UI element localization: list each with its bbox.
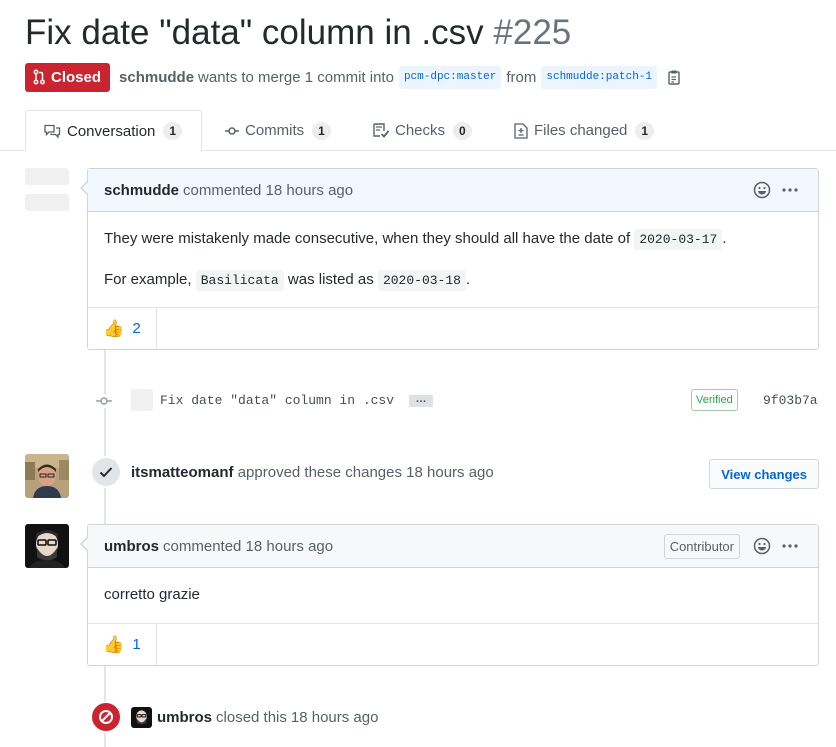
- thumbs-up-reaction[interactable]: 👍 1: [88, 624, 157, 665]
- kebab-menu-icon[interactable]: [782, 544, 798, 548]
- comment-actions: [742, 169, 798, 211]
- add-reaction-icon[interactable]: [753, 181, 771, 199]
- clipboard-icon[interactable]: [668, 69, 682, 85]
- thumbs-up-reaction[interactable]: 👍 2: [88, 308, 157, 349]
- comment-umbros: umbros commented 18 hours ago Contributo…: [80, 524, 819, 666]
- reactions-bar: 👍 2: [88, 307, 818, 349]
- closed-author[interactable]: umbros: [157, 709, 212, 726]
- expand-commit-button[interactable]: …: [409, 394, 433, 407]
- kebab-menu-icon[interactable]: [782, 188, 798, 192]
- comment-body: They were mistakenly made consecutive, w…: [88, 212, 818, 308]
- inline-code: Basilicata: [195, 270, 284, 291]
- comment-actions: Contributor: [663, 525, 798, 567]
- commit-row: Fix date "data" column in .csv … Verifie…: [95, 389, 819, 413]
- pr-title-text: Fix date "data" column in .csv: [25, 13, 484, 52]
- tab-conversation[interactable]: Conversation 1: [25, 110, 202, 152]
- pr-title: Fix date "data" column in .csv #225: [25, 12, 571, 54]
- tab-label: Conversation: [67, 122, 156, 140]
- avatar[interactable]: [25, 454, 69, 498]
- comment-author[interactable]: umbros: [104, 538, 159, 555]
- tab-counter: 0: [453, 121, 472, 140]
- comment-paragraph: For example, Basilicata was listed as 20…: [104, 269, 802, 292]
- tab-checks[interactable]: Checks 0: [373, 110, 472, 151]
- tab-files-changed[interactable]: Files changed 1: [514, 110, 655, 151]
- tab-counter: 1: [635, 121, 655, 140]
- review-text: itsmatteomanf approved these changes 18 …: [131, 464, 494, 481]
- state-label: Closed: [51, 68, 102, 86]
- tab-counter: 1: [312, 121, 331, 140]
- reactions-bar: 👍 1: [88, 623, 818, 665]
- review-author[interactable]: itsmatteomanf: [131, 464, 234, 481]
- avatar[interactable]: [25, 524, 69, 568]
- file-diff-icon: [514, 122, 528, 139]
- thumbs-up-icon: 👍: [103, 635, 125, 654]
- thumbs-up-icon: 👍: [103, 319, 125, 338]
- tab-label: Files changed: [534, 122, 628, 139]
- checklist-icon: [373, 123, 389, 138]
- add-reaction-icon[interactable]: [753, 537, 771, 555]
- pr-tabs: Conversation 1 Commits 1 Checks 0 Files …: [0, 110, 836, 152]
- comment-schmudde: schmudde commented 18 hours ago They wer…: [80, 168, 819, 350]
- punctuation: .: [465, 271, 471, 288]
- state-badge: Closed: [25, 62, 111, 92]
- closed-text: umbros closed this 18 hours ago: [131, 707, 378, 728]
- closed-action: closed this: [216, 709, 287, 726]
- comment-body: corretto grazie: [88, 568, 818, 622]
- reaction-count: 2: [132, 320, 141, 337]
- pr-number: #225: [493, 13, 572, 52]
- avatar[interactable]: [131, 389, 153, 411]
- review-time[interactable]: 18 hours ago: [406, 464, 494, 481]
- commit-sha[interactable]: 9f03b7a: [763, 393, 818, 408]
- git-commit-icon: [225, 124, 239, 138]
- review-action: approved these changes: [237, 464, 402, 481]
- merge-text: wants to merge 1 commit into: [198, 68, 394, 86]
- circle-slash-icon: [90, 701, 122, 733]
- comment-header: umbros commented 18 hours ago Contributo…: [88, 525, 818, 568]
- comment-paragraph: They were mistakenly made consecutive, w…: [104, 228, 802, 251]
- paragraph-text: They were mistakenly made consecutive, w…: [104, 230, 631, 247]
- git-pull-request-icon: [33, 69, 45, 85]
- pr-meta: Closed schmudde wants to merge 1 commit …: [25, 62, 682, 92]
- tab-label: Commits: [245, 122, 305, 139]
- closed-time[interactable]: 18 hours ago: [291, 709, 379, 726]
- verified-badge[interactable]: Verified: [691, 389, 738, 411]
- reaction-count: 1: [132, 636, 141, 653]
- review-approved-badge: [90, 456, 122, 488]
- comment-paragraph: corretto grazie: [104, 586, 200, 603]
- paragraph-text: was listed as: [287, 271, 374, 288]
- commit-message[interactable]: Fix date "data" column in .csv: [160, 393, 394, 408]
- check-icon: [99, 467, 113, 478]
- head-branch[interactable]: schmudde:patch-1: [541, 65, 657, 89]
- inline-code: 2020-03-18: [377, 270, 466, 291]
- view-changes-button[interactable]: View changes: [709, 459, 819, 489]
- avatar[interactable]: [25, 168, 69, 185]
- inline-code: 2020-03-17: [634, 229, 723, 250]
- comment-timestamp[interactable]: commented 18 hours ago: [163, 538, 333, 555]
- comment-discussion-icon: [44, 124, 61, 139]
- avatar: [25, 194, 69, 211]
- review-event: itsmatteomanf approved these changes 18 …: [25, 454, 819, 498]
- paragraph-text: For example,: [104, 271, 192, 288]
- tab-counter: 1: [163, 122, 183, 140]
- punctuation: .: [722, 230, 727, 247]
- closed-event: umbros closed this 18 hours ago: [90, 701, 819, 733]
- comment-header: schmudde commented 18 hours ago: [88, 169, 818, 212]
- contributor-badge: Contributor: [663, 533, 740, 559]
- comment-timestamp[interactable]: commented 18 hours ago: [183, 182, 353, 199]
- pr-author-link[interactable]: schmudde: [119, 69, 194, 86]
- from-text: from: [506, 68, 537, 86]
- git-commit-icon: [95, 394, 113, 408]
- tab-label: Checks: [395, 122, 446, 139]
- tab-commits[interactable]: Commits 1: [225, 110, 331, 151]
- comment-author[interactable]: schmudde: [104, 182, 179, 199]
- base-branch[interactable]: pcm-dpc:master: [398, 65, 502, 89]
- avatar[interactable]: [131, 707, 152, 728]
